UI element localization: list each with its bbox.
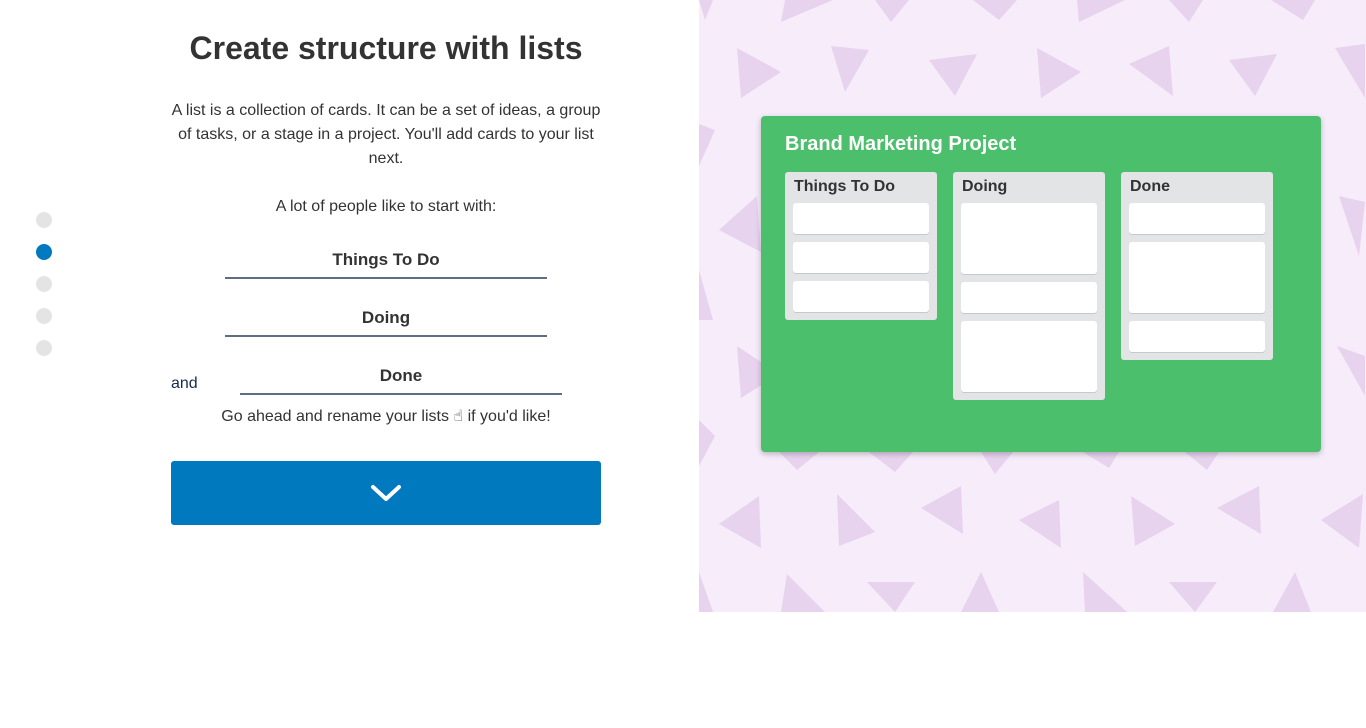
step-dot-3[interactable]: [36, 276, 52, 292]
step-dot-5[interactable]: [36, 340, 52, 356]
board-title: Brand Marketing Project: [785, 133, 1017, 155]
board-list-title: Things To Do: [794, 178, 896, 195]
list-name-input-3[interactable]: [240, 359, 562, 395]
description-text: A list is a collection of cards. It can …: [171, 102, 601, 167]
step-indicator: [36, 212, 52, 372]
board-list-doing: Doing: [953, 172, 1105, 400]
board-list-done: Done: [1121, 172, 1273, 360]
step-dot-2-active[interactable]: [36, 244, 52, 260]
and-label: and: [171, 375, 198, 392]
lead-text: A lot of people like to start with:: [275, 198, 497, 215]
board-card: Brand Marketing Project Things To Do Doi…: [761, 116, 1321, 452]
board-card-placeholder: [1129, 321, 1265, 352]
board-preview-panel: Brand Marketing Project Things To Do Doi…: [699, 0, 1366, 612]
board-card-placeholder: [793, 242, 929, 273]
board-list-title: Doing: [962, 178, 1008, 195]
board-card-placeholder: [793, 281, 929, 312]
next-step-button[interactable]: [171, 461, 601, 525]
board-card-placeholder: [1129, 203, 1265, 234]
board-card-placeholder: [793, 203, 929, 234]
board-card-placeholder: [961, 321, 1097, 392]
board-card-placeholder: [961, 282, 1097, 313]
board-list-title: Done: [1130, 178, 1170, 195]
board-card-placeholder: [1129, 242, 1265, 313]
board-card-placeholder: [961, 203, 1097, 274]
page-title: Create structure with lists: [189, 30, 583, 66]
rename-hint: Go ahead and rename your lists ☝ if you'…: [221, 408, 551, 425]
list-name-input-1[interactable]: [225, 243, 547, 279]
chevron-down-icon: [371, 485, 401, 501]
step-dot-4[interactable]: [36, 308, 52, 324]
list-name-input-2[interactable]: [225, 301, 547, 337]
board-list-things-to-do: Things To Do: [785, 172, 937, 320]
step-dot-1[interactable]: [36, 212, 52, 228]
onboarding-page: Create structure with lists A list is a …: [0, 0, 1366, 728]
